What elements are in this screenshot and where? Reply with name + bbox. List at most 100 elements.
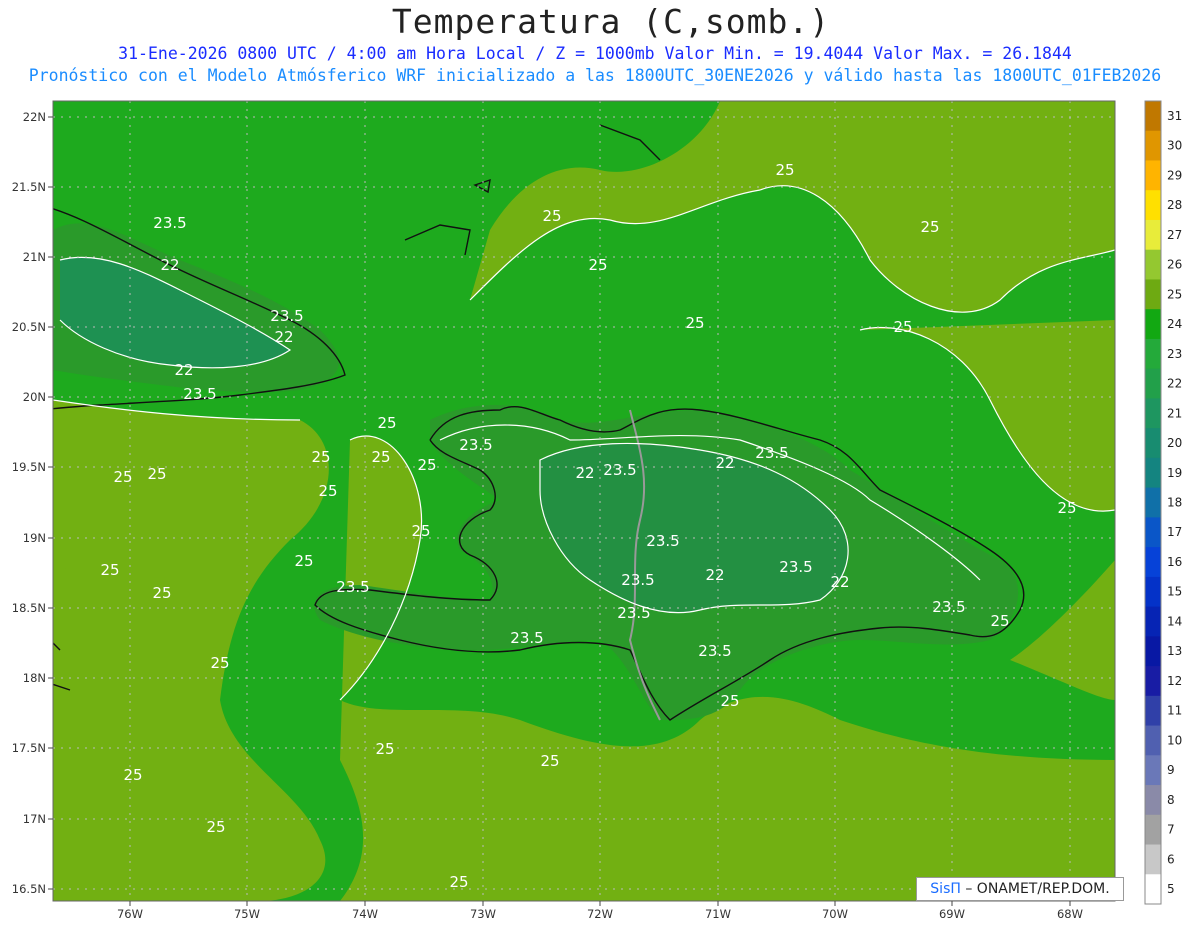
colorbar-cell (1145, 101, 1161, 132)
colorbar-cell (1145, 695, 1161, 727)
contour-label: 23.5 (153, 214, 186, 232)
colorbar-label: 5 (1167, 882, 1175, 896)
colorbar-cell (1145, 219, 1161, 251)
colorbar-label: 17 (1167, 525, 1182, 539)
contour-label: 25 (685, 314, 704, 332)
contour-label: 25 (206, 818, 225, 836)
contour-label: 25 (542, 207, 561, 225)
contour-label: 23.5 (698, 642, 731, 660)
contour-label: 25 (210, 654, 229, 672)
colorbar-label: 22 (1167, 377, 1182, 391)
latitude-tick-label: 16.5N (12, 882, 46, 896)
colorbar-cell (1145, 487, 1161, 518)
latitude-axis: 22N 21.5N 21N 20.5N 20N 19.5N 19N 18.5N 18N 17.5N… (12, 110, 53, 896)
longitude-axis: 76W 75W 74W 73W 72W 71W 70W 69W 68W (117, 901, 1083, 921)
colorbar-label: 12 (1167, 674, 1182, 688)
colorbar-label: 6 (1167, 852, 1175, 866)
colorbar-label: 19 (1167, 466, 1182, 480)
colorbar-label: 25 (1167, 287, 1182, 301)
colorbar-label: 28 (1167, 198, 1182, 212)
latitude-tick-label: 20.5N (12, 320, 46, 334)
contour-label: 25 (540, 752, 559, 770)
contour-label: 25 (920, 218, 939, 236)
latitude-tick-label: 21N (23, 250, 46, 264)
latitude-tick-label: 18.5N (12, 601, 46, 615)
longitude-tick-label: 70W (822, 907, 848, 921)
contour-label: 25 (375, 740, 394, 758)
latitude-tick-label: 21.5N (12, 180, 46, 194)
sispi-logo: SisΠ (930, 881, 961, 897)
contour-label: 22 (274, 328, 293, 346)
colorbar-cell (1145, 338, 1161, 370)
colorbar-label: 27 (1167, 228, 1182, 242)
contour-label: 25 (311, 448, 330, 466)
colorbar-label: 14 (1167, 614, 1182, 628)
contour-label: 23.5 (621, 571, 654, 589)
latitude-tick-label: 17N (23, 812, 46, 826)
colorbar-label: 8 (1167, 793, 1175, 807)
colorbar-label: 9 (1167, 763, 1175, 777)
colorbar-cell (1145, 785, 1161, 816)
credit-box: SisΠ – ONAMET/REP.DOM. (916, 877, 1124, 901)
colorbar-cell (1145, 398, 1161, 429)
contour-label: 25 (893, 318, 912, 336)
contour-label: 22 (160, 256, 179, 274)
contour-label: 23.5 (646, 532, 679, 550)
contour-label: 25 (123, 766, 142, 784)
colorbar-label: 18 (1167, 496, 1182, 510)
longitude-tick-label: 71W (705, 907, 731, 921)
colorbar-label: 7 (1167, 823, 1175, 837)
longitude-tick-label: 73W (470, 907, 496, 921)
colorbar-cell (1145, 190, 1161, 221)
colorbar-label: 23 (1167, 347, 1182, 361)
contour-label: 22 (705, 566, 724, 584)
latitude-tick-label: 22N (23, 110, 46, 124)
contour-label: 25 (294, 552, 313, 570)
temperature-map: 25 25 25 25 25 25 25 25 25 25 25 25 25 25 25 25 25 25 25 25… (12, 100, 1182, 921)
colorbar-cell (1145, 576, 1161, 608)
colorbar-cell (1145, 874, 1161, 905)
colorbar-label: 31 (1167, 109, 1182, 123)
contour-label: 23.5 (510, 629, 543, 647)
colorbar-label: 26 (1167, 258, 1182, 272)
latitude-tick-label: 19.5N (12, 460, 46, 474)
latitude-tick-label: 19N (23, 531, 46, 545)
contour-label: 25 (147, 465, 166, 483)
latitude-tick-label: 17.5N (12, 741, 46, 755)
contour-label: 23.5 (183, 385, 216, 403)
contour-label: 23.5 (459, 436, 492, 454)
contour-label: 22 (174, 361, 193, 379)
colorbar-label: 30 (1167, 139, 1182, 153)
contour-label: 25 (449, 873, 468, 891)
contour-label: 25 (1057, 499, 1076, 517)
contour-label: 23.5 (603, 461, 636, 479)
map-field: 25 25 25 25 25 25 25 25 25 25 25 25 25 25 25 25 25 25 25 25… (53, 101, 1115, 901)
colorbar-label: 13 (1167, 644, 1182, 658)
colorbar-cell (1145, 636, 1161, 667)
contour-label: 25 (990, 612, 1009, 630)
contour-label: 22 (715, 454, 734, 472)
longitude-tick-label: 76W (117, 907, 143, 921)
contour-label: 23.5 (270, 307, 303, 325)
colorbar-cell (1145, 457, 1161, 489)
longitude-tick-label: 75W (234, 907, 260, 921)
colorbar-label: 16 (1167, 555, 1182, 569)
contour-label: 25 (371, 448, 390, 466)
contour-label: 23.5 (336, 578, 369, 596)
contour-label: 23.5 (755, 444, 788, 462)
colorbar-cell (1145, 666, 1161, 697)
colorbar-cell (1145, 428, 1161, 459)
colorbar-cell (1145, 249, 1161, 280)
colorbar-cell (1145, 547, 1161, 578)
contour-label: 25 (113, 468, 132, 486)
colorbar-label: 15 (1167, 585, 1182, 599)
colorbar-label: 29 (1167, 168, 1182, 182)
colorbar-cell (1145, 725, 1161, 756)
contour-label: 22 (575, 464, 594, 482)
colorbar-label: 21 (1167, 406, 1182, 420)
colorbar-cell (1145, 814, 1161, 846)
colorbar-cell (1145, 517, 1161, 548)
colorbar-label: 20 (1167, 436, 1182, 450)
colorbar-cell (1145, 368, 1161, 399)
contour-label: 25 (152, 584, 171, 602)
